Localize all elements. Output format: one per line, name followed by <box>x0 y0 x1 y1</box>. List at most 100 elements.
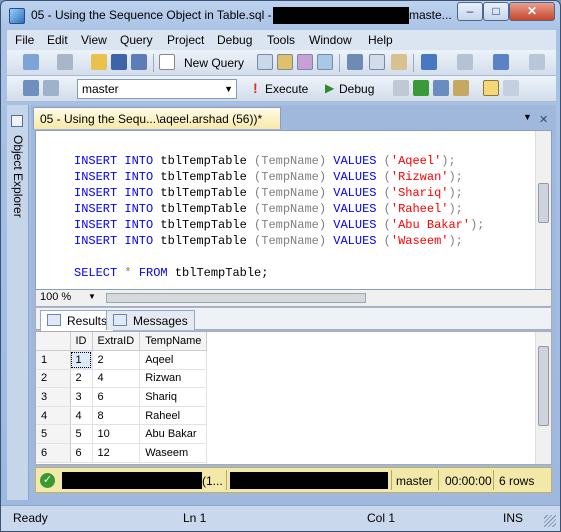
menu-debug[interactable]: Debug <box>217 33 252 47</box>
redo-icon[interactable] <box>457 54 473 70</box>
row-number[interactable]: 2 <box>36 369 71 389</box>
editor-vertical-scrollbar[interactable] <box>535 131 551 289</box>
analysis-query-icon[interactable] <box>277 54 293 70</box>
resize-grip-icon[interactable] <box>544 515 556 527</box>
table-cell[interactable]: 12 <box>92 443 141 463</box>
change-connection-icon[interactable] <box>43 80 59 96</box>
menu-view[interactable]: View <box>81 33 107 47</box>
new-project-icon[interactable] <box>23 54 39 70</box>
grid-vertical-scrollbar[interactable] <box>535 332 551 464</box>
table-cell[interactable]: Waseem <box>139 443 208 463</box>
column-header[interactable]: TempName <box>139 332 208 352</box>
table-cell[interactable]: 2 <box>70 369 93 389</box>
debug-button[interactable]: Debug <box>339 82 374 96</box>
sql-code[interactable]: INSERT INTO tblTempTable (TempName) VALU… <box>74 153 485 281</box>
server-info: (1... <box>202 474 223 488</box>
menu-project[interactable]: Project <box>167 33 204 47</box>
execute-icon[interactable]: ! <box>253 80 258 96</box>
dmx-query-icon[interactable] <box>297 54 313 70</box>
table-cell[interactable]: 8 <box>92 406 141 426</box>
open-folder-icon[interactable] <box>91 54 107 70</box>
object-explorer-sidebar[interactable]: Object Explorer <box>7 105 29 500</box>
cancel-query-icon[interactable] <box>393 80 409 96</box>
results-to-file-icon[interactable] <box>503 80 519 96</box>
sql-editor[interactable]: INSERT INTO tblTempTable (TempName) VALU… <box>35 130 552 290</box>
table-cell[interactable]: 3 <box>70 387 93 407</box>
execute-button[interactable]: Execute <box>265 82 308 96</box>
menu-file[interactable]: File <box>15 33 34 47</box>
save-icon[interactable] <box>111 54 127 70</box>
table-cell[interactable]: 1 <box>70 350 93 370</box>
new-query-icon[interactable] <box>159 54 175 70</box>
row-number[interactable]: 6 <box>36 443 71 463</box>
column-header[interactable]: ID <box>70 332 93 352</box>
connect-icon[interactable] <box>23 80 39 96</box>
undo-icon[interactable] <box>421 54 437 70</box>
table-cell[interactable]: Shariq <box>139 387 208 407</box>
table-row[interactable]: 5 5 10 Abu Bakar <box>36 424 208 445</box>
status-insert-mode: INS <box>503 511 524 525</box>
row-number[interactable]: 4 <box>36 406 71 426</box>
object-explorer-label[interactable]: Object Explorer <box>11 135 25 218</box>
copy-icon[interactable] <box>369 54 385 70</box>
maximize-button[interactable]: □ <box>483 2 509 21</box>
save-all-icon[interactable] <box>131 54 147 70</box>
sql-column-list: (TempName) <box>254 218 327 232</box>
toolbar-options-icon[interactable] <box>529 54 545 70</box>
navigate-backward-icon[interactable] <box>493 54 509 70</box>
table-cell[interactable]: 10 <box>92 424 141 445</box>
close-tab-icon[interactable]: ✕ <box>539 113 548 126</box>
menu-edit[interactable]: Edit <box>47 33 68 47</box>
table-cell[interactable]: 4 <box>70 406 93 426</box>
table-cell[interactable]: 4 <box>92 369 141 389</box>
table-cell[interactable]: Rizwan <box>139 369 208 389</box>
pin-icon[interactable] <box>11 115 23 127</box>
query-designer-icon[interactable] <box>453 80 469 96</box>
row-number[interactable]: 1 <box>36 350 71 370</box>
row-number[interactable]: 3 <box>36 387 71 407</box>
sql-keyword: SELECT <box>74 266 118 280</box>
paste-icon[interactable] <box>391 54 407 70</box>
scroll-thumb[interactable] <box>538 183 549 223</box>
table-cell[interactable]: Raheel <box>139 406 208 426</box>
menu-help[interactable]: Help <box>368 33 393 47</box>
table-cell[interactable]: Abu Bakar <box>139 424 208 445</box>
column-header[interactable] <box>36 332 71 352</box>
table-row[interactable]: 2 2 4 Rizwan <box>36 369 208 389</box>
menu-window[interactable]: Window <box>309 33 352 47</box>
table-row[interactable]: 4 4 8 Raheel <box>36 406 208 426</box>
close-button[interactable]: ✕ <box>509 2 555 21</box>
db-engine-query-icon[interactable] <box>257 54 273 70</box>
horizontal-scroll-thumb[interactable] <box>106 293 366 303</box>
new-query-button[interactable]: New Query <box>184 56 244 70</box>
menu-query[interactable]: Query <box>120 33 153 47</box>
minimize-button[interactable]: – <box>457 2 483 21</box>
tab-dropdown-icon[interactable]: ▼ <box>523 112 532 122</box>
xmla-query-icon[interactable] <box>317 54 333 70</box>
chevron-down-icon[interactable]: ▼ <box>88 292 96 301</box>
display-plan-icon[interactable] <box>433 80 449 96</box>
table-cell[interactable]: 2 <box>92 350 141 370</box>
row-number[interactable]: 5 <box>36 424 71 445</box>
query-tab[interactable]: 05 - Using the Sequ...\aqeel.arshad (56)… <box>33 107 281 129</box>
debug-play-icon[interactable]: ▶ <box>325 81 334 95</box>
tab-messages[interactable]: Messages <box>106 310 195 330</box>
cut-icon[interactable] <box>347 54 363 70</box>
menu-tools[interactable]: Tools <box>267 33 295 47</box>
scroll-thumb[interactable] <box>538 346 549 426</box>
results-grid[interactable]: ID ExtraID TempName 1 1 2 Aqeel 2 2 4 Rizwan 3 3 6 Sha… <box>35 331 552 465</box>
zoom-level[interactable]: 100 % <box>40 291 71 303</box>
table-row[interactable]: 1 1 2 Aqeel <box>36 350 208 370</box>
tab-results[interactable]: Results <box>40 310 115 331</box>
results-to-grid-icon[interactable] <box>483 80 499 96</box>
column-header[interactable]: ExtraID <box>92 332 141 352</box>
add-item-icon[interactable] <box>57 54 73 70</box>
parse-icon[interactable] <box>413 80 429 96</box>
database-select[interactable]: master ▼ <box>77 79 237 99</box>
table-cell[interactable]: 5 <box>70 424 93 445</box>
table-cell[interactable]: Aqeel <box>139 350 208 370</box>
table-row[interactable]: 3 3 6 Shariq <box>36 387 208 407</box>
table-row[interactable]: 6 6 12 Waseem <box>36 443 208 463</box>
table-cell[interactable]: 6 <box>70 443 93 463</box>
table-cell[interactable]: 6 <box>92 387 141 407</box>
